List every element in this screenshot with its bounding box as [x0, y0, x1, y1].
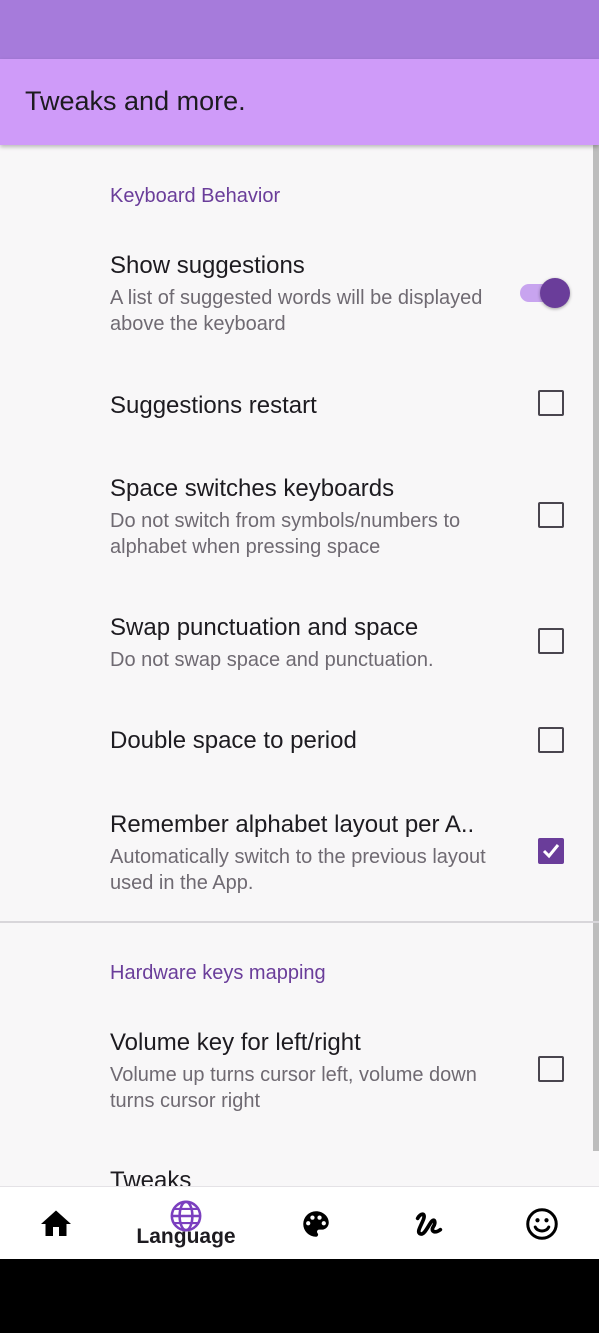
category-keyboard-behavior: Keyboard Behavior [110, 185, 281, 207]
double-space-period-checkbox[interactable] [538, 727, 564, 753]
section-divider [0, 921, 599, 923]
home-icon [41, 1210, 71, 1236]
nav-home[interactable] [26, 1187, 86, 1260]
nav-language[interactable]: Language [126, 1187, 246, 1260]
bottom-navigation: Language [0, 1186, 599, 1259]
volume-key-checkbox[interactable] [538, 1056, 564, 1082]
palette-icon [303, 1210, 329, 1237]
nav-theme[interactable] [286, 1187, 346, 1260]
pref-title: Swap punctuation and space [110, 614, 419, 641]
check-icon [542, 844, 560, 859]
swap-punctuation-checkbox[interactable] [538, 628, 564, 654]
scrollbar[interactable] [593, 145, 599, 1151]
category-hardware-keys: Hardware keys mapping [110, 962, 326, 984]
pref-title: Double space to period [110, 727, 357, 754]
pref-title: Remember alphabet layout per A.. [110, 811, 475, 838]
pref-summary: A list of suggested words will be displa… [110, 287, 483, 335]
page-title: Tweaks and more. [25, 86, 246, 116]
status-bar [0, 0, 599, 59]
pref-summary: Volume up turns cursor left, volume down… [110, 1064, 477, 1112]
pref-summary: Do not switch from symbols/numbers to al… [110, 510, 461, 558]
settings-list[interactable]: Keyboard Behavior Show suggestions A lis… [0, 145, 599, 1186]
app-bar: Tweaks and more. [0, 59, 599, 145]
pref-title-tweaks-partial: Tweaks [110, 1167, 192, 1186]
system-navigation-bar [0, 1259, 599, 1333]
remember-layout-checkbox[interactable] [538, 838, 564, 864]
nav-label-language: Language [136, 1224, 236, 1248]
emoji-icon [526, 1207, 558, 1240]
pref-title: Suggestions restart [110, 392, 317, 419]
gesture-icon [415, 1211, 443, 1236]
pref-title: Volume key for left/right [110, 1029, 361, 1056]
pref-title: Show suggestions [110, 252, 305, 279]
pref-summary: Do not swap space and punctuation. [110, 649, 434, 671]
pref-summary: Automatically switch to the previous lay… [110, 846, 486, 894]
suggestions-restart-checkbox[interactable] [538, 390, 564, 416]
show-suggestions-switch[interactable] [520, 277, 570, 308]
nav-emoji[interactable] [512, 1187, 572, 1260]
switch-thumb [540, 278, 570, 308]
nav-gesture[interactable] [399, 1187, 459, 1260]
pref-title: Space switches keyboards [110, 475, 395, 502]
space-switches-keyboards-checkbox[interactable] [538, 502, 564, 528]
